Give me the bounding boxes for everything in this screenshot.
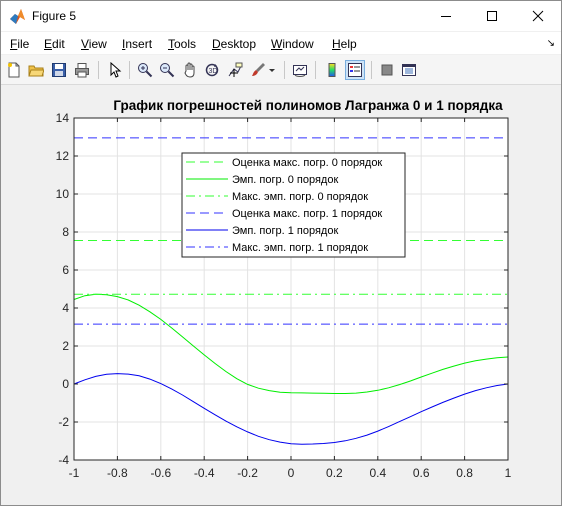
minimize-button[interactable] <box>423 1 469 31</box>
maximize-button[interactable] <box>469 1 515 31</box>
pan-icon[interactable] <box>180 60 200 80</box>
figure-window: Figure 5 File Edit View Insert Tools Des… <box>0 0 562 506</box>
menu-tools[interactable]: Tools <box>168 37 196 51</box>
print-icon[interactable] <box>72 60 92 80</box>
x-tick-label: 0.4 <box>369 466 386 480</box>
x-tick-label: 0.6 <box>413 466 430 480</box>
data-cursor-icon[interactable] <box>225 60 245 80</box>
menu-help[interactable]: Help <box>332 37 357 51</box>
legend-label: Макс. эмп. погр. 1 порядок <box>232 242 368 254</box>
matlab-logo-icon <box>10 9 25 24</box>
brush-dropdown-icon[interactable] <box>267 60 277 80</box>
zoom-out-icon[interactable] <box>157 60 177 80</box>
hide-plot-tools-icon[interactable] <box>377 60 397 80</box>
brush-icon[interactable] <box>248 60 268 80</box>
insert-colorbar-icon[interactable] <box>322 60 342 80</box>
select-arrow-icon[interactable] <box>105 60 125 80</box>
close-button[interactable] <box>515 1 561 31</box>
x-tick-label: -0.2 <box>237 466 258 480</box>
show-plot-tools-icon[interactable] <box>399 60 419 80</box>
open-file-icon[interactable] <box>26 60 46 80</box>
x-tick-label: -0.8 <box>107 466 128 480</box>
y-tick-label: 10 <box>56 187 70 201</box>
x-tick-label: 0.2 <box>326 466 343 480</box>
title-bar[interactable]: Figure 5 <box>1 1 561 31</box>
legend-label: Оценка макс. погр. 1 порядок <box>232 208 382 220</box>
new-figure-icon[interactable] <box>4 60 24 80</box>
y-tick-label: -4 <box>58 453 69 467</box>
legend-label: Эмп. погр. 1 порядок <box>232 225 338 237</box>
chart-svg: -1 -0.8 -0.6 -0.4 -0.2 0 0.2 0.4 0.6 0.8 1 -4 -2 0 2 4 6… <box>56 98 512 480</box>
minimize-icon <box>441 16 451 17</box>
link-plot-icon[interactable] <box>290 60 310 80</box>
x-tick-label: 0 <box>288 466 295 480</box>
close-icon <box>532 10 544 22</box>
chart-title: График погрешностей полиномов Лагранжа 0… <box>113 98 503 113</box>
svg-text:3D: 3D <box>209 68 218 75</box>
y-tick-label: -2 <box>58 415 69 429</box>
menu-desktop[interactable]: Desktop <box>212 37 256 51</box>
save-icon[interactable] <box>49 60 69 80</box>
menu-insert[interactable]: Insert <box>122 37 152 51</box>
y-tick-label: 2 <box>62 339 69 353</box>
y-tick-label: 14 <box>56 111 70 125</box>
menu-edit[interactable]: Edit <box>44 37 65 51</box>
menu-window[interactable]: Window <box>271 37 314 51</box>
y-tick-label: 4 <box>62 301 69 315</box>
figure-canvas: -1 -0.8 -0.6 -0.4 -0.2 0 0.2 0.4 0.6 0.8 1 -4 -2 0 2 4 6… <box>1 86 561 505</box>
legend-label: Эмп. погр. 0 порядок <box>232 174 338 186</box>
maximize-icon <box>487 11 497 21</box>
menu-bar: File Edit View Insert Tools Desktop Wind… <box>1 32 561 54</box>
y-tick-label: 0 <box>62 377 69 391</box>
legend-label: Макс. эмп. погр. 0 порядок <box>232 191 368 203</box>
legend-label: Оценка макс. погр. 0 порядок <box>232 157 382 169</box>
x-tick-label: -0.6 <box>150 466 171 480</box>
y-tick-label: 8 <box>62 225 69 239</box>
x-tick-label: 0.8 <box>456 466 473 480</box>
window-title: Figure 5 <box>32 9 77 23</box>
zoom-in-icon[interactable] <box>135 60 155 80</box>
y-tick-label: 6 <box>62 263 69 277</box>
insert-legend-icon[interactable] <box>345 60 365 80</box>
dock-arrow-icon[interactable]: ↘ <box>547 38 555 49</box>
menu-view[interactable]: View <box>81 37 107 51</box>
figure-toolbar: 3D <box>1 55 561 85</box>
menu-file[interactable]: File <box>10 37 29 51</box>
x-tick-label: -0.4 <box>194 466 215 480</box>
rotate-3d-icon[interactable]: 3D <box>202 60 222 80</box>
x-tick-label: 1 <box>505 466 512 480</box>
x-tick-label: -1 <box>69 466 80 480</box>
y-tick-label: 12 <box>56 149 70 163</box>
